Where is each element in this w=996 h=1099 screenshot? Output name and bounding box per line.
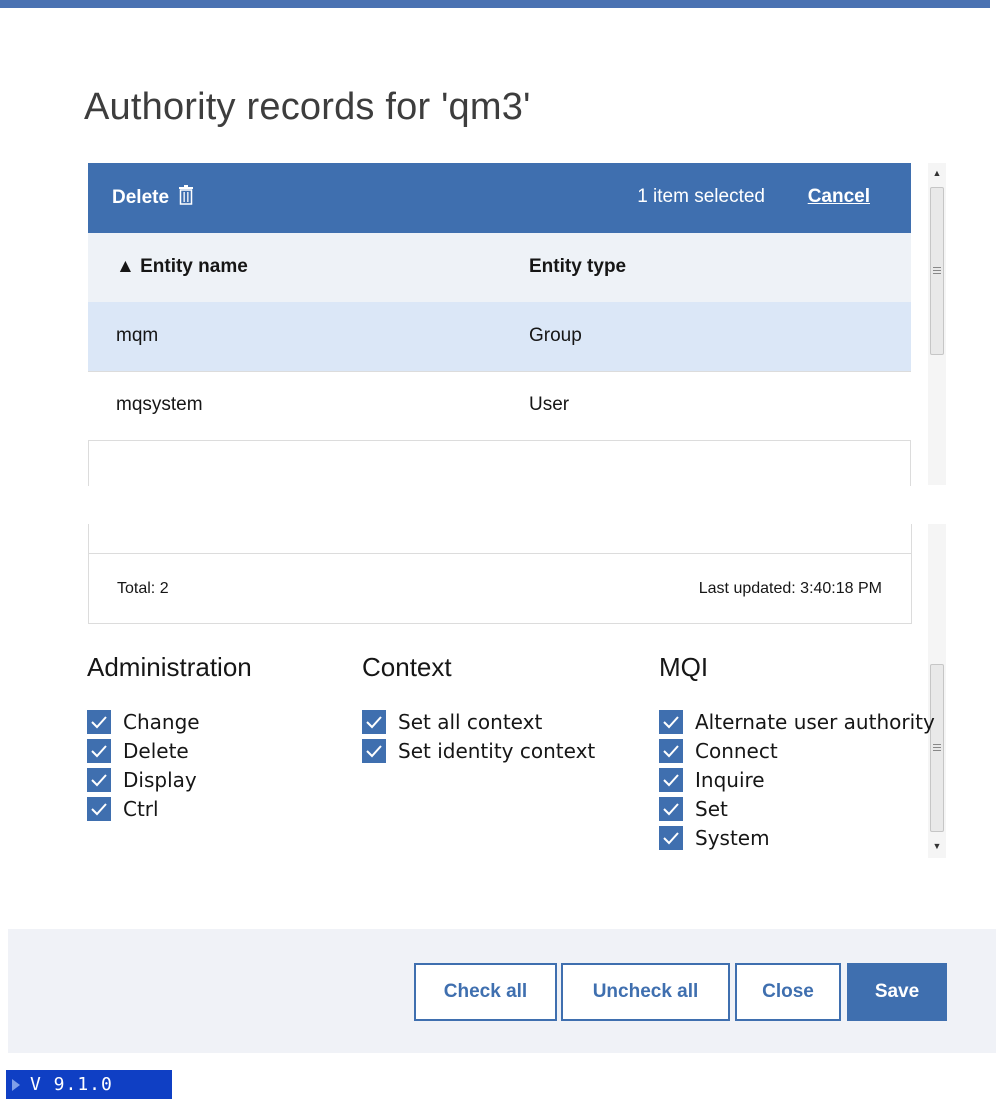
checkbox-checked-icon[interactable] bbox=[659, 709, 683, 734]
perm-set-identity-context[interactable]: Set identity context bbox=[362, 736, 595, 765]
trash-icon bbox=[179, 185, 194, 211]
last-updated: Last updated: 3:40:18 PM bbox=[698, 580, 882, 597]
perm-label: Set identity context bbox=[398, 738, 596, 763]
checkbox-checked-icon[interactable] bbox=[87, 709, 111, 734]
entity-type-cell: Group bbox=[529, 325, 582, 346]
save-button[interactable]: Save bbox=[847, 963, 947, 1021]
perm-label: Set all context bbox=[398, 709, 543, 734]
perm-set-all-context[interactable]: Set all context bbox=[362, 707, 595, 736]
delete-label: Delete bbox=[112, 187, 170, 208]
version-badge: V 9.1.0 bbox=[6, 1070, 172, 1099]
perm-delete[interactable]: Delete bbox=[87, 736, 252, 765]
top-border bbox=[0, 0, 990, 8]
perm-label: Change bbox=[123, 709, 200, 734]
perm-label: Set bbox=[695, 796, 728, 821]
table-footer: Total: 2 Last updated: 3:40:18 PM bbox=[88, 524, 912, 624]
perm-label: Display bbox=[123, 767, 197, 792]
scroll-up-icon[interactable]: ▲ bbox=[928, 163, 946, 183]
column-header-entity-name[interactable]: ▲ Entity name bbox=[116, 256, 248, 278]
mqi-group: MQI Alternate user authority Connect Inq… bbox=[659, 652, 935, 852]
mqi-heading: MQI bbox=[659, 652, 709, 682]
checkbox-checked-icon[interactable] bbox=[362, 709, 386, 734]
checkbox-checked-icon[interactable] bbox=[87, 738, 111, 763]
table-row[interactable]: mqm Group bbox=[88, 302, 911, 372]
entity-name-cell: mqm bbox=[116, 325, 159, 346]
version-label: V 9.1.0 bbox=[30, 1074, 113, 1095]
table-header: ▲ Entity name Entity type bbox=[88, 233, 911, 302]
perm-connect[interactable]: Connect bbox=[659, 736, 935, 765]
perm-label: Delete bbox=[123, 738, 189, 763]
perm-change[interactable]: Change bbox=[87, 707, 252, 736]
column-header-entity-type[interactable]: Entity type bbox=[529, 256, 626, 278]
entity-type-cell: User bbox=[529, 394, 570, 415]
cancel-selection-link[interactable]: Cancel bbox=[808, 186, 870, 208]
checkbox-checked-icon[interactable] bbox=[659, 825, 683, 850]
perm-label: Connect bbox=[695, 738, 778, 763]
table-border-left bbox=[88, 440, 89, 486]
perm-label: System bbox=[695, 825, 770, 850]
perm-label: Alternate user authority bbox=[695, 709, 935, 734]
perm-label: Inquire bbox=[695, 767, 765, 792]
table-border-right bbox=[910, 440, 911, 486]
selection-toolbar: Delete 1 item selected Cancel bbox=[88, 163, 911, 233]
perm-ctrl[interactable]: Ctrl bbox=[87, 794, 252, 823]
checkbox-checked-icon[interactable] bbox=[659, 738, 683, 763]
checkbox-checked-icon[interactable] bbox=[87, 767, 111, 792]
close-button[interactable]: Close bbox=[735, 963, 841, 1021]
uncheck-all-button[interactable]: Uncheck all bbox=[561, 963, 730, 1021]
dialog-action-bar: Check all Uncheck all Close Save bbox=[8, 929, 996, 1053]
perm-set[interactable]: Set bbox=[659, 794, 935, 823]
selected-count: 1 item selected bbox=[637, 186, 765, 207]
scrollbar-thumb[interactable] bbox=[930, 187, 944, 355]
page-title: Authority records for 'qm3' bbox=[84, 86, 531, 128]
context-group: Context Set all context Set identity con… bbox=[362, 652, 595, 765]
administration-group: Administration Change Delete Display Ctr… bbox=[87, 652, 252, 823]
perm-inquire[interactable]: Inquire bbox=[659, 765, 935, 794]
context-heading: Context bbox=[362, 652, 452, 682]
checkbox-checked-icon[interactable] bbox=[659, 796, 683, 821]
administration-heading: Administration bbox=[87, 652, 252, 682]
check-all-button[interactable]: Check all bbox=[414, 963, 557, 1021]
checkbox-checked-icon[interactable] bbox=[87, 796, 111, 821]
table-scrollbar[interactable]: ▲ bbox=[928, 163, 946, 485]
checkbox-checked-icon[interactable] bbox=[659, 767, 683, 792]
delete-button[interactable]: Delete bbox=[112, 185, 194, 211]
entity-name-cell: mqsystem bbox=[116, 394, 203, 415]
perm-display[interactable]: Display bbox=[87, 765, 252, 794]
table-row[interactable]: mqsystem User bbox=[88, 371, 911, 441]
perm-system[interactable]: System bbox=[659, 823, 935, 852]
perm-alternate-user-authority[interactable]: Alternate user authority bbox=[659, 707, 935, 736]
perm-label: Ctrl bbox=[123, 796, 159, 821]
checkbox-checked-icon[interactable] bbox=[362, 738, 386, 763]
total-count: Total: 2 bbox=[117, 580, 169, 597]
play-arrow-icon bbox=[12, 1079, 20, 1091]
divider bbox=[89, 553, 911, 554]
